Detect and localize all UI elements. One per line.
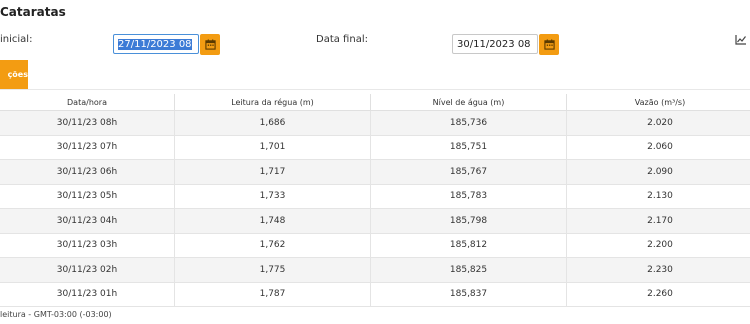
cell-water-level: 185,783 <box>370 184 567 209</box>
cell-datetime: 30/11/23 08h <box>0 110 175 136</box>
cell-datetime: 30/11/23 06h <box>0 159 175 185</box>
cell-gauge-reading: 1,748 <box>174 208 371 234</box>
cell-datetime: 30/11/23 07h <box>0 135 175 160</box>
tab-label: ções <box>7 70 28 79</box>
end-date-input[interactable]: 30/11/2023 08 <box>452 34 538 54</box>
end-date-value: 30/11/2023 08 <box>457 39 531 50</box>
cell-flow: 2.260 <box>566 282 750 307</box>
table-row: 30/11/23 05h 1,733 185,783 2.130 <box>0 184 750 209</box>
table-header-row: Data/hora Leitura da régua (m) Nível de … <box>0 94 750 111</box>
cell-datetime: 30/11/23 03h <box>0 233 175 258</box>
cell-gauge-reading: 1,717 <box>174 159 371 185</box>
cell-gauge-reading: 1,787 <box>174 282 371 307</box>
table-row: 30/11/23 01h 1,787 185,837 2.260 <box>0 282 750 307</box>
cell-water-level: 185,767 <box>370 159 567 185</box>
end-date-calendar-button[interactable] <box>539 34 559 55</box>
cell-water-level: 185,825 <box>370 257 567 283</box>
cell-gauge-reading: 1,701 <box>174 135 371 160</box>
cell-water-level: 185,736 <box>370 110 567 136</box>
column-header-datetime[interactable]: Data/hora <box>0 94 175 111</box>
start-date-input[interactable]: 27/11/2023 08 <box>113 34 199 54</box>
column-header-water-level[interactable]: Nível de água (m) <box>370 94 567 111</box>
table-row: 30/11/23 03h 1,762 185,812 2.200 <box>0 233 750 258</box>
cell-flow: 2.130 <box>566 184 750 209</box>
page-title: Cataratas <box>0 5 66 19</box>
cell-datetime: 30/11/23 01h <box>0 282 175 307</box>
cell-flow: 2.060 <box>566 135 750 160</box>
tab-divider <box>0 89 750 90</box>
cell-gauge-reading: 1,775 <box>174 257 371 283</box>
line-chart-icon[interactable] <box>735 34 747 45</box>
cell-water-level: 185,812 <box>370 233 567 258</box>
cell-flow: 2.200 <box>566 233 750 258</box>
table-row: 30/11/23 02h 1,775 185,825 2.230 <box>0 257 750 283</box>
start-date-label: inicial: <box>0 34 33 45</box>
table-row: 30/11/23 04h 1,748 185,798 2.170 <box>0 208 750 234</box>
cell-water-level: 185,837 <box>370 282 567 307</box>
cell-datetime: 30/11/23 04h <box>0 208 175 234</box>
cell-water-level: 185,751 <box>370 135 567 160</box>
table-row: 30/11/23 07h 1,701 185,751 2.060 <box>0 135 750 160</box>
start-date-value: 27/11/2023 08 <box>118 39 192 50</box>
cell-datetime: 30/11/23 05h <box>0 184 175 209</box>
cell-flow: 2.170 <box>566 208 750 234</box>
cell-water-level: 185,798 <box>370 208 567 234</box>
table-row: 30/11/23 08h 1,686 185,736 2.020 <box>0 110 750 136</box>
end-date-label: Data final: <box>316 34 368 45</box>
cell-gauge-reading: 1,733 <box>174 184 371 209</box>
start-date-calendar-button[interactable] <box>200 34 220 55</box>
cell-gauge-reading: 1,762 <box>174 233 371 258</box>
cell-flow: 2.090 <box>566 159 750 185</box>
calendar-icon <box>204 39 216 50</box>
cell-gauge-reading: 1,686 <box>174 110 371 136</box>
table-row: 30/11/23 06h 1,717 185,767 2.090 <box>0 159 750 185</box>
cell-datetime: 30/11/23 02h <box>0 257 175 283</box>
column-header-flow[interactable]: Vazão (m³/s) <box>566 94 750 111</box>
calendar-icon <box>543 39 555 50</box>
cell-flow: 2.230 <box>566 257 750 283</box>
timezone-note: leitura - GMT-03:00 (-03:00) <box>0 310 112 319</box>
readings-table: Data/hora Leitura da régua (m) Nível de … <box>0 94 750 307</box>
tab-readings[interactable]: ções <box>0 60 28 89</box>
column-header-gauge-reading[interactable]: Leitura da régua (m) <box>174 94 371 111</box>
cell-flow: 2.020 <box>566 110 750 136</box>
